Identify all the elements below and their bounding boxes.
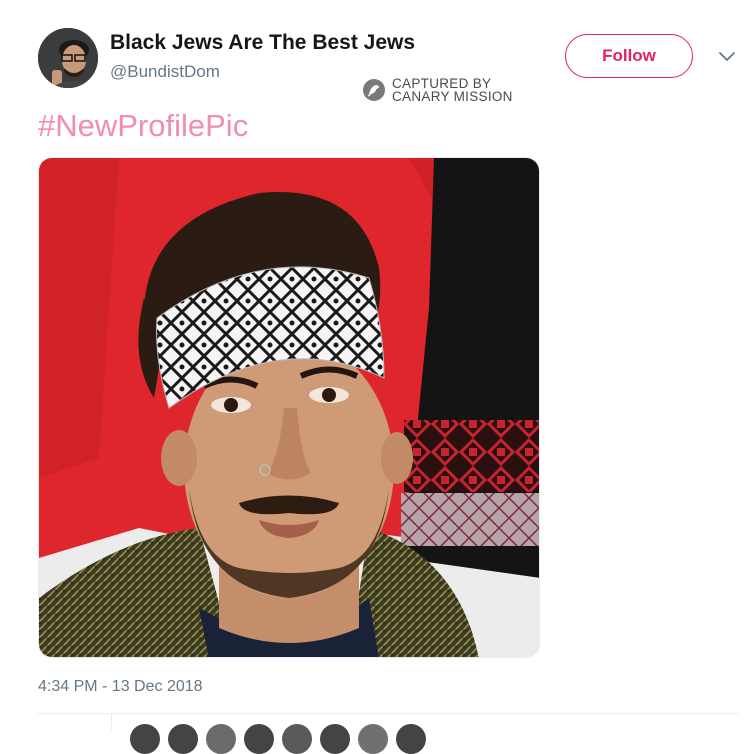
- user-avatar[interactable]: [38, 28, 98, 88]
- tweet-timestamp[interactable]: 4:34 PM - 13 Dec 2018: [38, 678, 203, 696]
- liker-avatar[interactable]: [168, 724, 198, 754]
- display-name[interactable]: Black Jews Are The Best Jews: [110, 31, 415, 55]
- divider: [38, 713, 738, 714]
- chevron-down-icon[interactable]: [717, 50, 737, 64]
- liker-avatar[interactable]: [282, 724, 312, 754]
- liker-avatar[interactable]: [320, 724, 350, 754]
- stats-divider: [111, 714, 112, 730]
- liker-avatars: [130, 724, 426, 754]
- watermark-line-2: CANARY MISSION: [392, 89, 513, 104]
- canary-mission-logo-icon: [363, 79, 385, 101]
- tweet-photo[interactable]: [38, 157, 540, 658]
- liker-avatar[interactable]: [358, 724, 388, 754]
- watermark: CAPTURED BY CANARY MISSION: [362, 77, 513, 103]
- liker-avatar[interactable]: [396, 724, 426, 754]
- hashtag-link[interactable]: #NewProfilePic: [38, 108, 248, 144]
- liker-avatar[interactable]: [130, 724, 160, 754]
- follow-button[interactable]: Follow: [565, 34, 693, 78]
- liker-avatar[interactable]: [244, 724, 274, 754]
- user-handle[interactable]: @BundistDom: [110, 62, 220, 82]
- liker-avatar[interactable]: [206, 724, 236, 754]
